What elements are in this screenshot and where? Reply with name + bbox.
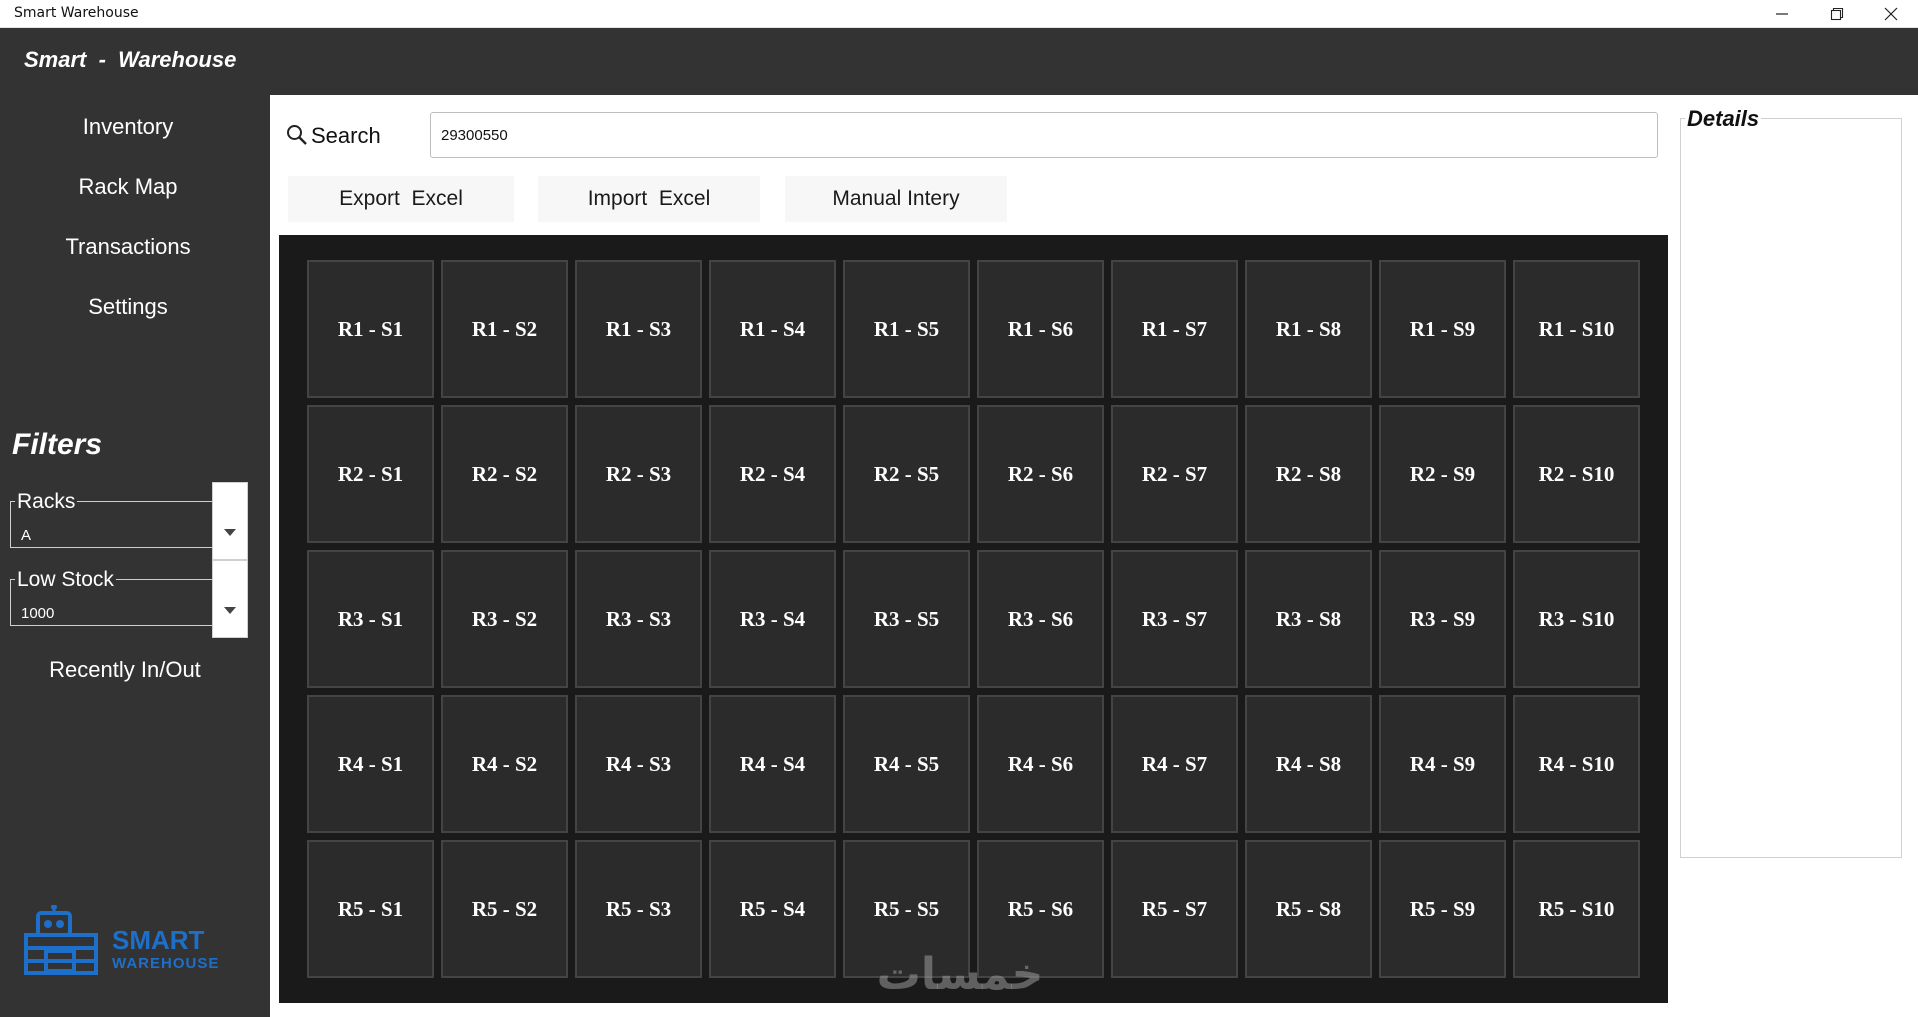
rack-slot-cell[interactable]: R5 - S9	[1379, 840, 1506, 978]
app-brand: Smart - Warehouse	[24, 47, 237, 72]
rack-slot-cell[interactable]: R4 - S3	[575, 695, 702, 833]
rack-slot-cell[interactable]: R4 - S2	[441, 695, 568, 833]
smart-warehouse-logo: SMART WAREHOUSE	[24, 904, 244, 985]
rack-slot-cell[interactable]: R2 - S9	[1379, 405, 1506, 543]
watermark-logo: خمسات	[877, 949, 1044, 1000]
rack-slot-cell[interactable]: R1 - S4	[709, 260, 836, 398]
rack-map-area: R1 - S1 R1 - S2 R1 - S3 R1 - S4 R1 - S5 R1 - …	[279, 235, 1668, 1003]
rack-slot-cell[interactable]: R2 - S5	[843, 405, 970, 543]
racks-label: Racks	[15, 490, 78, 513]
search-label: Search	[311, 123, 381, 148]
low-stock-value: 1000	[21, 605, 55, 622]
rack-slot-cell[interactable]: R4 - S1	[307, 695, 434, 833]
caret-down-icon	[224, 529, 236, 536]
rack-slot-cell[interactable]: R3 - S4	[709, 550, 836, 688]
rack-slot-cell[interactable]: R2 - S6	[977, 405, 1104, 543]
rack-slot-cell[interactable]: R2 - S4	[709, 405, 836, 543]
close-icon	[1884, 7, 1898, 21]
nav-inventory[interactable]: Inventory	[0, 114, 256, 140]
rack-slot-cell[interactable]: R1 - S8	[1245, 260, 1372, 398]
caret-down-icon	[224, 607, 236, 614]
recently-in-out-button[interactable]: Recently In/Out	[0, 657, 250, 683]
filters-heading: Filters	[12, 428, 103, 461]
nav-rack-map[interactable]: Rack Map	[0, 174, 256, 200]
import-excel-button[interactable]: Import Excel	[538, 176, 760, 222]
rack-slot-cell[interactable]: R5 - S8	[1245, 840, 1372, 978]
racks-value: A	[21, 527, 32, 544]
rack-slot-cell[interactable]: R5 - S10	[1513, 840, 1640, 978]
rack-slot-cell[interactable]: R3 - S5	[843, 550, 970, 688]
rack-slot-cell[interactable]: R3 - S3	[575, 550, 702, 688]
rack-slot-cell[interactable]: R2 - S1	[307, 405, 434, 543]
manual-entry-button[interactable]: Manual Intery	[785, 176, 1007, 222]
rack-slot-cell[interactable]: R1 - S6	[977, 260, 1104, 398]
rack-slot-cell[interactable]: R3 - S10	[1513, 550, 1640, 688]
details-heading: Details	[1685, 106, 1762, 132]
nav-transactions[interactable]: Transactions	[0, 234, 256, 260]
rack-slot-cell[interactable]: R4 - S8	[1245, 695, 1372, 833]
rack-slot-cell[interactable]: R1 - S5	[843, 260, 970, 398]
rack-slot-cell[interactable]: R3 - S8	[1245, 550, 1372, 688]
rack-slot-cell[interactable]: R1 - S7	[1111, 260, 1238, 398]
rack-slot-cell[interactable]: R3 - S9	[1379, 550, 1506, 688]
rack-slot-cell[interactable]: R5 - S1	[307, 840, 434, 978]
rack-slot-cell[interactable]: R4 - S6	[977, 695, 1104, 833]
rack-slot-cell[interactable]: R4 - S7	[1111, 695, 1238, 833]
rack-slot-cell[interactable]: R2 - S3	[575, 405, 702, 543]
racks-dropdown-button[interactable]	[212, 482, 248, 560]
close-button[interactable]	[1864, 0, 1918, 27]
rack-slot-cell[interactable]: R5 - S7	[1111, 840, 1238, 978]
window-title: Smart Warehouse	[14, 5, 139, 21]
rack-slot-cell[interactable]: R1 - S9	[1379, 260, 1506, 398]
low-stock-combobox[interactable]: Low Stock 1000	[10, 560, 248, 638]
search-input[interactable]	[430, 112, 1658, 158]
rack-slot-cell[interactable]: R1 - S10	[1513, 260, 1640, 398]
rack-slot-cell[interactable]: R4 - S10	[1513, 695, 1640, 833]
rack-slot-cell[interactable]: R2 - S2	[441, 405, 568, 543]
search-icon	[287, 125, 307, 145]
low-stock-dropdown-button[interactable]	[212, 560, 248, 638]
rack-slot-cell[interactable]: R4 - S5	[843, 695, 970, 833]
rack-slot-cell[interactable]: R2 - S7	[1111, 405, 1238, 543]
svg-text:SMART: SMART	[112, 925, 205, 955]
rack-slot-cell[interactable]: R1 - S1	[307, 260, 434, 398]
rack-slot-cell[interactable]: R4 - S4	[709, 695, 836, 833]
rack-slot-cell[interactable]: R5 - S2	[441, 840, 568, 978]
rack-slot-cell[interactable]: R1 - S3	[575, 260, 702, 398]
rack-slot-cell[interactable]: R4 - S9	[1379, 695, 1506, 833]
rack-slot-cell[interactable]: R5 - S3	[575, 840, 702, 978]
minimize-button[interactable]	[1755, 0, 1809, 27]
racks-combobox[interactable]: Racks A	[10, 482, 248, 560]
restore-button[interactable]	[1810, 0, 1864, 27]
svg-text:WAREHOUSE: WAREHOUSE	[112, 955, 219, 972]
rack-grid: R1 - S1 R1 - S2 R1 - S3 R1 - S4 R1 - S5 R1 - …	[307, 260, 1640, 978]
minimize-icon	[1776, 13, 1788, 15]
rack-slot-cell[interactable]: R1 - S2	[441, 260, 568, 398]
low-stock-label: Low Stock	[15, 568, 116, 591]
rack-slot-cell[interactable]: R2 - S8	[1245, 405, 1372, 543]
title-bar: Smart Warehouse	[0, 0, 1918, 28]
rack-slot-cell[interactable]: R3 - S2	[441, 550, 568, 688]
rack-slot-cell[interactable]: R3 - S7	[1111, 550, 1238, 688]
robot-warehouse-logo-icon: SMART WAREHOUSE	[24, 904, 219, 975]
rack-slot-cell[interactable]: R2 - S10	[1513, 405, 1640, 543]
details-panel	[1680, 118, 1902, 858]
export-excel-button[interactable]: Export Excel	[288, 176, 514, 222]
nav-settings[interactable]: Settings	[0, 294, 256, 320]
rack-slot-cell[interactable]: R3 - S6	[977, 550, 1104, 688]
rack-slot-cell[interactable]: R3 - S1	[307, 550, 434, 688]
svg-text:خمسات: خمسات	[877, 949, 1044, 1000]
restore-icon	[1830, 7, 1844, 21]
rack-slot-cell[interactable]: R5 - S4	[709, 840, 836, 978]
